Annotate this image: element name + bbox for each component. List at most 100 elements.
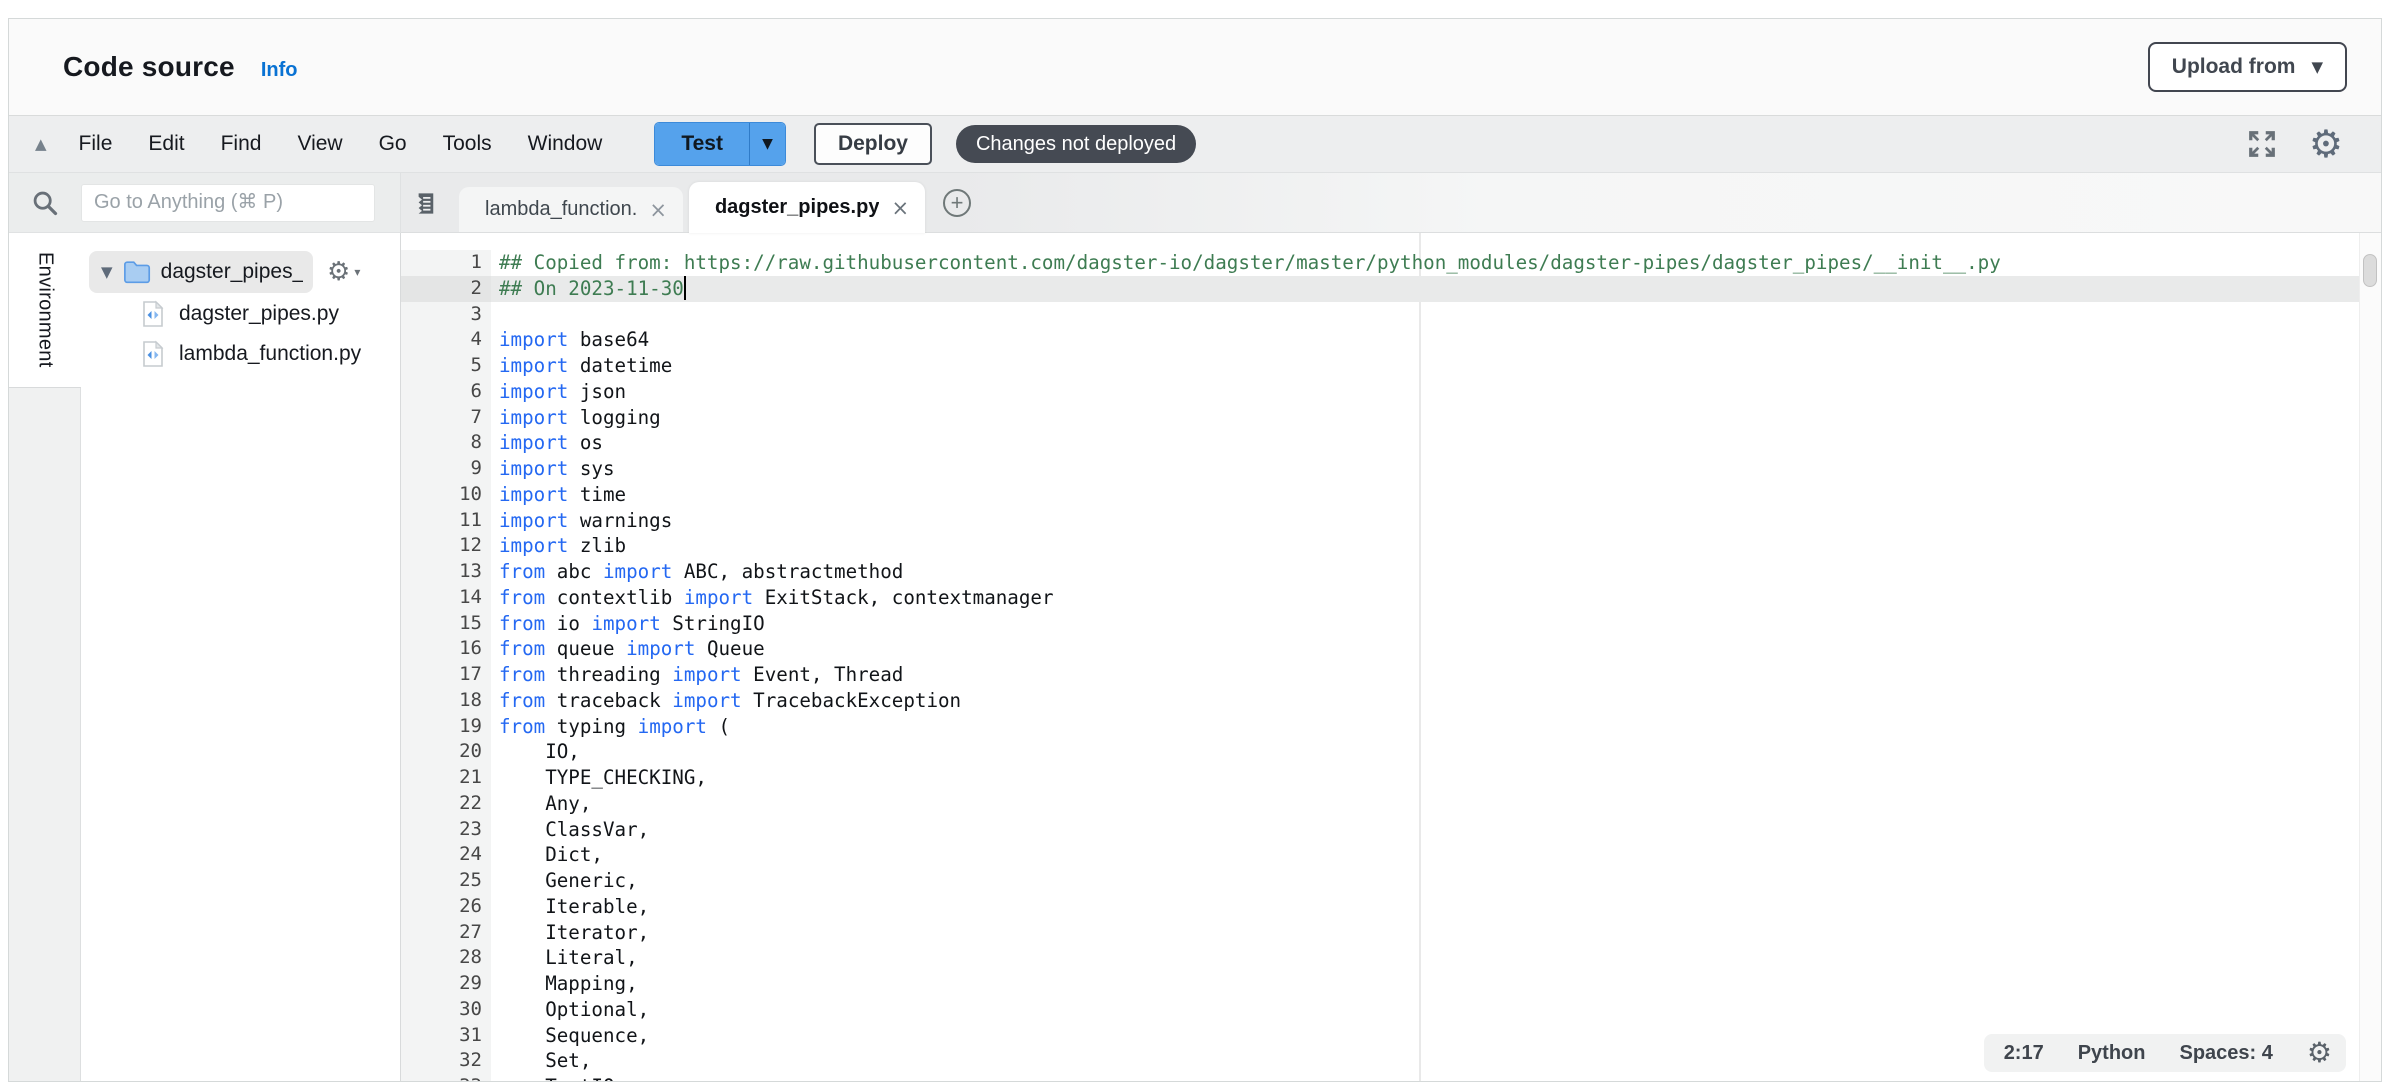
code-line-1[interactable]: 1## Copied from: https://raw.githubuserc… xyxy=(401,250,2381,276)
line-number: 8 xyxy=(401,430,491,456)
code-line-3[interactable]: 3 xyxy=(401,302,2381,328)
code-line-7[interactable]: 7import logging xyxy=(401,405,2381,431)
line-content: import zlib xyxy=(491,533,2381,559)
editor-scrollbar[interactable] xyxy=(2359,233,2381,1081)
cursor-position[interactable]: 2:17 xyxy=(2004,1042,2044,1065)
tree-settings-caret-icon[interactable]: ▾ xyxy=(354,265,360,279)
folder-name: dagster_pipes_funct xyxy=(161,260,303,284)
code-line-16[interactable]: 16from queue import Queue xyxy=(401,636,2381,662)
line-content: import json xyxy=(491,379,2381,405)
code-line-13[interactable]: 13from abc import ABC, abstractmethod xyxy=(401,559,2381,585)
editor-status-bar: 2:17 Python Spaces: 4 ⚙ xyxy=(1984,1034,2346,1072)
tab-close-icon[interactable]: × xyxy=(649,198,667,222)
code-editor[interactable]: 1## Copied from: https://raw.githubuserc… xyxy=(401,233,2381,1081)
code-line-8[interactable]: 8import os xyxy=(401,430,2381,456)
fullscreen-icon[interactable] xyxy=(2247,129,2277,159)
code-line-25[interactable]: 25 Generic, xyxy=(401,868,2381,894)
line-number: 22 xyxy=(401,791,491,817)
menu-find[interactable]: Find xyxy=(221,132,262,156)
code-line-21[interactable]: 21 TYPE_CHECKING, xyxy=(401,765,2381,791)
tab-dagster_pipes-py[interactable]: dagster_pipes.py × xyxy=(689,182,925,233)
code-line-33[interactable]: 33 TextIO xyxy=(401,1074,2381,1081)
code-line-17[interactable]: 17from threading import Event, Thread xyxy=(401,662,2381,688)
code-line-14[interactable]: 14from contextlib import ExitStack, cont… xyxy=(401,585,2381,611)
code-line-28[interactable]: 28 Literal, xyxy=(401,945,2381,971)
code-line-5[interactable]: 5import datetime xyxy=(401,353,2381,379)
line-number: 10 xyxy=(401,482,491,508)
menu-view[interactable]: View xyxy=(297,132,342,156)
tab-close-icon[interactable]: × xyxy=(891,196,909,220)
go-to-anything-input[interactable] xyxy=(81,184,375,222)
line-number: 4 xyxy=(401,327,491,353)
line-content: import datetime xyxy=(491,353,2381,379)
code-line-24[interactable]: 24 Dict, xyxy=(401,842,2381,868)
line-number: 19 xyxy=(401,714,491,740)
code-line-12[interactable]: 12import zlib xyxy=(401,533,2381,559)
tab-label: dagster_pipes.py xyxy=(715,196,880,219)
collapse-panel-icon[interactable]: ▲ xyxy=(35,135,47,153)
menu-tools[interactable]: Tools xyxy=(443,132,492,156)
code-line-15[interactable]: 15from io import StringIO xyxy=(401,611,2381,637)
search-cell xyxy=(9,173,401,233)
code-line-18[interactable]: 18from traceback import TracebackExcepti… xyxy=(401,688,2381,714)
menu-window[interactable]: Window xyxy=(528,132,603,156)
line-content: from queue import Queue xyxy=(491,636,2381,662)
code-line-9[interactable]: 9import sys xyxy=(401,456,2381,482)
scrollbar-thumb[interactable] xyxy=(2363,254,2377,287)
code-line-26[interactable]: 26 Iterable, xyxy=(401,894,2381,920)
panel-header: Code source Info Upload from ▼ xyxy=(9,19,2381,116)
line-number: 15 xyxy=(401,611,491,637)
info-link[interactable]: Info xyxy=(261,59,298,82)
environment-tab[interactable]: Environment xyxy=(9,233,81,388)
tree-file-lambda_function.py[interactable]: lambda_function.py xyxy=(81,335,400,373)
test-options-button[interactable]: ▼ xyxy=(749,123,785,165)
settings-gear-icon[interactable]: ⚙ xyxy=(2309,125,2343,163)
tree-file-dagster_pipes.py[interactable]: dagster_pipes.py xyxy=(81,295,400,333)
line-content: import logging xyxy=(491,405,2381,431)
code-source-panel: Code source Info Upload from ▼ ▲ File Edi… xyxy=(8,18,2382,1082)
line-number: 11 xyxy=(401,508,491,534)
code-line-20[interactable]: 20 IO, xyxy=(401,739,2381,765)
code-line-4[interactable]: 4import base64 xyxy=(401,327,2381,353)
line-content xyxy=(491,302,2381,328)
code-line-11[interactable]: 11import warnings xyxy=(401,508,2381,534)
deploy-button[interactable]: Deploy xyxy=(814,123,932,165)
code-line-23[interactable]: 23 ClassVar, xyxy=(401,817,2381,843)
code-line-6[interactable]: 6import json xyxy=(401,379,2381,405)
line-content: ## Copied from: https://raw.githubuserco… xyxy=(491,250,2381,276)
caret-down-icon: ▼ xyxy=(2311,58,2323,76)
tab-lambda_function[interactable]: lambda_function.× xyxy=(459,187,683,232)
menu-go[interactable]: Go xyxy=(379,132,407,156)
line-number: 26 xyxy=(401,894,491,920)
language-mode[interactable]: Python xyxy=(2078,1042,2146,1065)
code-line-30[interactable]: 30 Optional, xyxy=(401,997,2381,1023)
line-number: 21 xyxy=(401,765,491,791)
test-button-label: Test xyxy=(681,132,723,156)
code-line-22[interactable]: 22 Any, xyxy=(401,791,2381,817)
tree-settings-gear-icon[interactable]: ⚙ xyxy=(327,257,350,287)
test-button[interactable]: Test xyxy=(655,123,749,165)
line-content: from contextlib import ExitStack, contex… xyxy=(491,585,2381,611)
code-line-29[interactable]: 29 Mapping, xyxy=(401,971,2381,997)
code-line-19[interactable]: 19from typing import ( xyxy=(401,714,2381,740)
code-line-10[interactable]: 10import time xyxy=(401,482,2381,508)
line-content: Iterator, xyxy=(491,920,2381,946)
upload-from-button[interactable]: Upload from ▼ xyxy=(2148,42,2347,92)
line-number: 20 xyxy=(401,739,491,765)
line-content: Mapping, xyxy=(491,971,2381,997)
indentation-setting[interactable]: Spaces: 4 xyxy=(2180,1042,2273,1065)
folder-line: ▼ dagster_pipes_funct ⚙ ▾ xyxy=(81,251,400,293)
line-content: ClassVar, xyxy=(491,817,2381,843)
code-line-27[interactable]: 27 Iterator, xyxy=(401,920,2381,946)
folder-expand-caret-icon[interactable]: ▼ xyxy=(101,263,113,281)
tab-list-icon[interactable] xyxy=(413,190,440,217)
line-content: Iterable, xyxy=(491,894,2381,920)
line-content: import warnings xyxy=(491,508,2381,534)
status-gear-icon[interactable]: ⚙ xyxy=(2307,1039,2332,1067)
menu-file[interactable]: File xyxy=(79,132,113,156)
new-tab-button[interactable]: + xyxy=(943,189,971,217)
tab-bar: lambda_function.× dagster_pipes.py × + xyxy=(401,173,2381,233)
menu-edit[interactable]: Edit xyxy=(148,132,184,156)
tree-folder-row[interactable]: ▼ dagster_pipes_funct xyxy=(89,251,313,293)
code-line-2[interactable]: 2## On 2023-11-30 xyxy=(401,276,2381,302)
